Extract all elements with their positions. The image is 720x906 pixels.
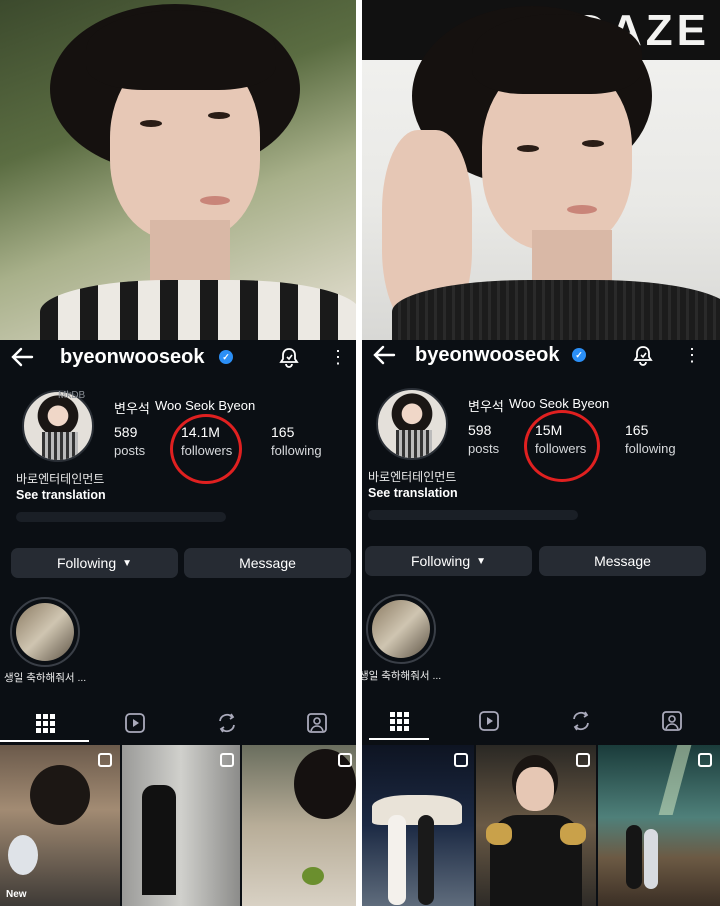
chevron-down-icon: ▼ [476,555,487,567]
tagged-icon[interactable] [661,710,683,732]
multi-photo-icon [698,753,712,767]
more-options-icon[interactable]: ⋮ [683,346,701,364]
more-options-icon[interactable]: ⋮ [329,348,347,366]
bio-agency: 바로엔터테인먼트 [16,472,105,486]
verified-badge-icon: ✓ [219,350,233,364]
profile-screen-left: byeonwooseok ✓ ⋮ MkDB 변우석 Woo Seok Byeon… [0,0,356,906]
notification-bell-icon[interactable] [278,346,300,368]
active-tab-indicator [0,740,89,742]
multi-photo-icon [576,753,590,767]
story-highlight[interactable] [366,594,436,664]
profile-username: byeonwooseok [415,344,560,366]
see-translation-link[interactable]: See translation [368,486,458,500]
back-arrow-icon[interactable] [372,344,396,366]
chevron-down-icon: ▼ [122,557,133,569]
followers-highlight-circle [524,410,600,482]
following-button[interactable]: Following ▼ [11,548,178,578]
message-button-label: Message [239,555,296,571]
grid-icon[interactable] [388,710,410,732]
posts-count[interactable]: 589 [114,424,137,440]
following-label: following [625,441,676,456]
multi-photo-icon [98,753,112,767]
following-label: following [271,443,322,458]
multi-photo-icon [454,753,468,767]
reels-icon[interactable] [478,710,500,732]
reposts-icon[interactable] [216,712,238,734]
reposts-icon[interactable] [570,710,592,732]
profile-avatar[interactable] [376,388,448,460]
post-thumbnail[interactable] [242,745,356,906]
story-highlight-label: 생일 축하해줘서 ... [362,670,442,682]
verified-badge-icon: ✓ [572,348,586,362]
display-name: Woo Seok Byeon [155,398,256,413]
korean-name: 변우석 [468,399,504,414]
post-thumbnail[interactable] [122,745,240,906]
new-post-label: New [6,889,27,900]
see-translation-link[interactable]: See translation [16,488,106,502]
message-button-label: Message [594,553,651,569]
post-thumbnail[interactable] [362,745,474,906]
watermark-text: MkDB [58,390,86,401]
profile-username: byeonwooseok [60,346,205,368]
tagged-icon[interactable] [306,712,328,734]
multi-photo-icon [220,753,234,767]
message-button[interactable]: Message [184,548,351,578]
following-button-label: Following [410,553,471,569]
back-arrow-icon[interactable] [10,346,34,368]
following-button-label: Following [56,555,117,571]
multi-photo-icon [338,753,352,767]
message-button[interactable]: Message [539,546,706,576]
story-highlight[interactable] [10,597,80,667]
post-thumbnail[interactable] [476,745,596,906]
posts-count[interactable]: 598 [468,422,491,438]
display-name: Woo Seok Byeon [509,396,610,411]
cover-photo-left [0,0,356,340]
story-highlight-label: 생일 축하해줘서 ... [4,672,87,684]
following-count[interactable]: 165 [625,422,648,438]
followers-highlight-circle [170,414,242,484]
notification-bell-icon[interactable] [632,344,654,366]
grid-icon[interactable] [34,712,56,734]
blurred-link [16,512,226,522]
korean-name: 변우석 [114,401,150,416]
profile-screen-right: DAZE byeonwooseok ✓ ⋮ 변우석 Woo Seok Byeon… [362,0,720,906]
blurred-link [368,510,578,520]
following-count[interactable]: 165 [271,424,294,440]
reels-icon[interactable] [124,712,146,734]
posts-label: posts [468,441,500,456]
active-tab-indicator [369,738,429,740]
posts-label: posts [114,443,146,458]
cover-photo-right: DAZE [362,0,720,340]
post-thumbnail[interactable]: New [0,745,120,906]
post-thumbnail[interactable] [598,745,720,906]
following-button[interactable]: Following ▼ [365,546,532,576]
bio-agency: 바로엔터테인먼트 [368,470,457,484]
